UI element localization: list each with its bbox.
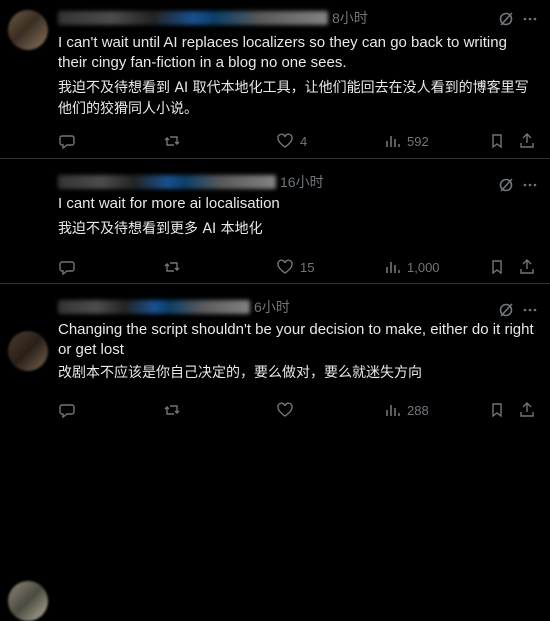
retweet-icon (164, 405, 180, 415)
retweet-button[interactable] (163, 257, 181, 277)
retweet-icon (164, 262, 180, 272)
more-icon[interactable] (522, 302, 538, 318)
post-text: I can't wait until AI replaces localizer… (58, 34, 507, 71)
author-name-redacted[interactable] (58, 300, 250, 314)
views-icon (386, 136, 400, 147)
post-header: 8小时 (58, 8, 368, 28)
heart-icon (277, 133, 293, 148)
grok-icon[interactable] (498, 302, 514, 318)
reply-button[interactable] (58, 131, 76, 151)
reply-button[interactable] (58, 257, 76, 277)
reply-icon (59, 404, 75, 419)
bookmark-button[interactable] (488, 131, 506, 151)
share-button[interactable] (518, 257, 536, 277)
like-button[interactable] (276, 400, 300, 420)
views-count: 592 (407, 133, 429, 149)
more-icon[interactable] (522, 177, 538, 193)
share-icon (520, 402, 534, 417)
bookmark-icon (492, 260, 502, 275)
bookmark-button[interactable] (488, 400, 506, 420)
post-text: I cant wait for more ai localisation (58, 195, 280, 212)
post-actions: 288 (58, 400, 538, 420)
post-timestamp[interactable]: 8小时 (332, 8, 368, 28)
views-icon (386, 262, 400, 273)
share-icon (520, 133, 534, 148)
views-button[interactable]: 1,000 (383, 257, 440, 277)
author-name-redacted[interactable] (58, 11, 328, 25)
avatar[interactable] (8, 581, 48, 621)
more-icon[interactable] (522, 11, 538, 27)
bookmark-icon (492, 403, 502, 418)
views-count: 1,000 (407, 259, 440, 275)
views-icon (386, 405, 400, 416)
retweet-button[interactable] (163, 400, 181, 420)
views-button[interactable]: 592 (383, 131, 429, 151)
like-button[interactable]: 4 (276, 131, 307, 151)
avatar[interactable] (8, 10, 48, 50)
retweet-button[interactable] (163, 131, 181, 151)
views-count: 288 (407, 402, 429, 418)
like-button[interactable]: 15 (276, 257, 314, 277)
like-count: 4 (300, 133, 308, 149)
like-count: 15 (300, 259, 315, 275)
post-translation: 改剧本不应该是你自己决定的，要么做对，要么就迷失方向 (58, 365, 422, 381)
reply-icon (59, 135, 75, 150)
reply-feed: 8小时 I can't wait until AI replaces local… (0, 0, 550, 621)
heart-icon (277, 259, 293, 274)
share-icon (520, 259, 534, 274)
author-name-redacted[interactable] (58, 175, 276, 189)
post-translation: 我迫不及待想看到更多 AI 本地化 (58, 221, 263, 237)
post-timestamp[interactable]: 16小时 (280, 172, 324, 192)
share-button[interactable] (518, 131, 536, 151)
bookmark-icon (492, 134, 502, 149)
views-button[interactable]: 288 (383, 400, 429, 420)
post-actions: 4 592 (58, 131, 538, 151)
grok-icon[interactable] (498, 11, 514, 27)
heart-icon (277, 402, 293, 417)
post-text: Changing the script shouldn't be your de… (58, 321, 534, 358)
bookmark-button[interactable] (488, 257, 506, 277)
post-header: 6小时 (58, 297, 290, 317)
post-timestamp[interactable]: 6小时 (254, 297, 290, 317)
retweet-icon (164, 136, 180, 146)
post[interactable]: 8小时 I can't wait until AI replaces local… (0, 0, 550, 159)
post-actions: 15 1,000 (58, 257, 538, 277)
share-button[interactable] (518, 400, 536, 420)
post-header: 16小时 (58, 172, 324, 192)
reply-button[interactable] (58, 400, 76, 420)
reply-icon (59, 261, 75, 276)
post-translation: 我迫不及待想看到 AI 取代本地化工具，让他们能回去在没人看到的博客里写他们的狡… (58, 80, 529, 117)
grok-icon[interactable] (498, 177, 514, 193)
